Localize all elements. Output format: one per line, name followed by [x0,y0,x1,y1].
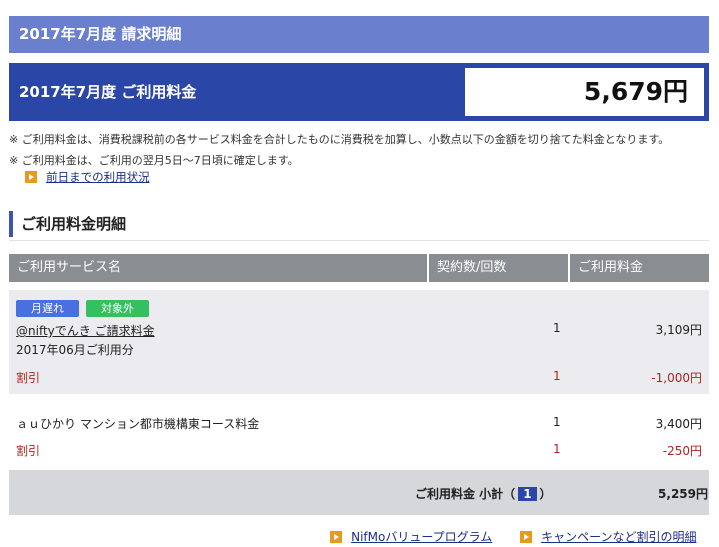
subtotal-label-text: ご利用料金 小計（ [415,487,516,501]
discount-amount: -1,000円 [651,371,702,385]
section-divider [9,240,709,241]
service-link-nifty-denki[interactable]: @niftyでんき ご請求料金 [16,322,155,339]
section-marker [9,211,13,237]
contract-count: 1 [553,321,561,335]
discount-count: 1 [553,369,561,383]
usage-period: 2017年06月ご利用分 [16,343,134,357]
arrow-right-icon [330,530,342,543]
column-header-amount: ご利用料金 [570,254,709,282]
nifmo-value-program-link[interactable]: NifMoバリュープログラム [330,526,492,545]
usage-status-link[interactable]: 前日までの利用状況 [25,166,150,185]
campaign-discount-label[interactable]: キャンペーンなど割引の明細 [541,530,696,544]
amount: 3,400円 [655,417,702,431]
subtotal-label: ご利用料金 小計（ 1） [415,485,552,502]
column-header-service: ご利用サービス名 [9,254,427,282]
arrow-right-icon [25,170,37,183]
discount-amount: -250円 [662,444,702,458]
arrow-right-icon [520,530,532,543]
discount-label: 割引 [16,371,41,385]
discount-label: 割引 [16,444,41,458]
total-label: 2017年7月度 ご利用料金 [19,83,197,101]
note-tax: ※ ご利用料金は、消費税課税前の各サービス料金を合計したものに消費税を加算し、小… [9,133,670,146]
contract-count: 1 [553,415,561,429]
section-title: ご利用料金明細 [21,215,127,233]
subtotal-row [9,470,709,515]
service-name-au-hikari: ａｕひかり マンション都市機構東コース料金 [16,417,260,431]
late-badge: 月遅れ [16,300,79,317]
total-amount: 5,679円 [465,68,704,116]
excluded-badge: 対象外 [86,300,149,317]
subtotal-amount: 5,259円 [658,487,708,501]
subtotal-count-badge: 1 [518,487,537,501]
page-header: 2017年7月度 請求明細 [9,16,709,53]
usage-status-link-label[interactable]: 前日までの利用状況 [46,170,150,184]
nifmo-value-program-label[interactable]: NifMoバリュープログラム [351,530,492,544]
campaign-discount-link[interactable]: キャンペーンなど割引の明細 [520,526,697,545]
column-header-count: 契約数/回数 [429,254,568,282]
discount-count: 1 [553,442,561,456]
amount: 3,109円 [655,323,702,337]
subtotal-label-close: ） [539,487,552,501]
